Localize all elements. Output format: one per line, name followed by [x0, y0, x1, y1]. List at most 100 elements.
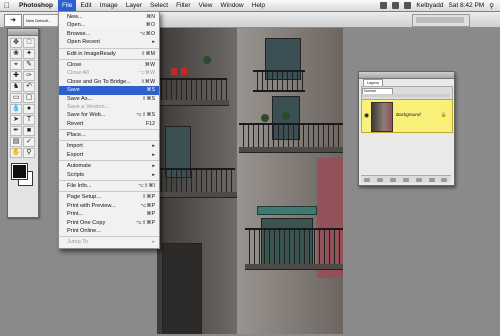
- slice-tool-icon[interactable]: ✎: [23, 60, 35, 70]
- volume-icon[interactable]: [392, 2, 400, 9]
- tools-palette: ✥ □ ❀ ✦ ⌖ ✎ ✚ ✑ ♞ ↶ ▭ ▢ 💧 ● ➤ T ✒ ■ ▤ ✓ …: [7, 28, 39, 218]
- menu-file[interactable]: File: [57, 0, 77, 11]
- apple-menu-icon[interactable]: : [0, 1, 14, 10]
- dodge-tool-icon[interactable]: ●: [23, 104, 35, 114]
- menu-window[interactable]: Window: [217, 0, 248, 11]
- file-menu-item[interactable]: Print One Copy ⌥⇧⌘P: [59, 219, 159, 227]
- layers-palette-titlebar[interactable]: [359, 72, 454, 79]
- document-canvas[interactable]: [157, 28, 343, 334]
- flag-icon[interactable]: [404, 2, 412, 9]
- eraser-tool-icon[interactable]: ▭: [10, 93, 22, 103]
- photo-door: [162, 243, 202, 334]
- layers-palette: Layers Normal ◉ Background 🔒: [358, 71, 455, 186]
- file-menu-item: Save a Version...: [59, 103, 159, 111]
- eyedropper-tool-icon[interactable]: ✓: [23, 137, 35, 147]
- type-tool-icon[interactable]: T: [23, 115, 35, 125]
- file-menu-item[interactable]: File Info... ⌥⇧⌘I: [59, 182, 159, 190]
- trash-icon[interactable]: [441, 177, 448, 182]
- hand-tool-icon[interactable]: ✋: [10, 148, 22, 158]
- clone-stamp-tool-icon[interactable]: ♞: [10, 82, 22, 92]
- menu-separator: [59, 180, 159, 182]
- file-menu-item-label: Open...: [67, 22, 86, 29]
- spotlight-icon[interactable]: ⚲: [489, 2, 494, 10]
- shape-tool-icon[interactable]: ■: [23, 126, 35, 136]
- layer-row[interactable]: ◉ Background 🔒: [361, 99, 453, 133]
- file-menu-item-shortcut: ⇧⌘W: [140, 78, 155, 85]
- file-menu-item[interactable]: Save As... ⇧⌘S: [59, 95, 159, 103]
- file-menu-item-label: Automate: [67, 163, 91, 170]
- notes-tool-icon[interactable]: ▤: [10, 137, 22, 147]
- zoom-tool-icon[interactable]: ⚲: [23, 148, 35, 158]
- file-menu-item[interactable]: Revert F12: [59, 120, 159, 128]
- bluetooth-icon[interactable]: [380, 2, 388, 9]
- file-menu-item-label: File Info...: [67, 183, 92, 190]
- file-menu-item[interactable]: Browse... ⌥⌘O: [59, 30, 159, 38]
- file-menu-item[interactable]: Open... ⌘O: [59, 21, 159, 29]
- app-menu[interactable]: Photoshop: [14, 2, 58, 9]
- tools-palette-titlebar[interactable]: [8, 29, 38, 36]
- blur-tool-icon[interactable]: 💧: [10, 104, 22, 114]
- file-menu-item-shortcut: ⌘P: [146, 211, 155, 218]
- file-menu-item[interactable]: Print Online...: [59, 227, 159, 235]
- menu-select[interactable]: Select: [146, 0, 172, 11]
- marquee-tool-icon[interactable]: □: [23, 38, 35, 48]
- gradient-tool-icon[interactable]: ▢: [23, 93, 35, 103]
- menu-view[interactable]: View: [195, 0, 217, 11]
- clock[interactable]: Sat 8:42 PM: [448, 2, 484, 9]
- color-swatches: [10, 162, 36, 192]
- photo-ledge: [157, 100, 229, 106]
- new-layer-icon[interactable]: [428, 177, 435, 182]
- file-menu-item[interactable]: Save ⌘S: [59, 86, 159, 95]
- brush-tool-icon[interactable]: ✑: [23, 71, 35, 81]
- lock-controls[interactable]: [362, 94, 450, 97]
- file-menu-item[interactable]: Page Setup... ⇧⌘P: [59, 193, 159, 201]
- path-selection-tool-icon[interactable]: ➤: [10, 115, 22, 125]
- menu-edit[interactable]: Edit: [76, 0, 95, 11]
- file-menu-item[interactable]: Place...: [59, 131, 159, 139]
- photo-plant: [203, 56, 211, 64]
- file-menu-item[interactable]: Close ⌘W: [59, 61, 159, 69]
- user-name[interactable]: Kelbyadd: [416, 2, 443, 9]
- file-menu-item-label: Open Recent: [67, 39, 100, 46]
- lasso-tool-icon[interactable]: ❀: [10, 49, 22, 59]
- layers-tab[interactable]: Layers: [363, 79, 383, 86]
- file-menu-item-label: Close: [67, 61, 82, 68]
- visibility-eye-icon[interactable]: ◉: [364, 112, 369, 119]
- magic-wand-tool-icon[interactable]: ✦: [23, 49, 35, 59]
- file-menu-item[interactable]: Automate ▸: [59, 162, 159, 170]
- menu-filter[interactable]: Filter: [172, 0, 194, 11]
- crop-tool-icon[interactable]: ⌖: [10, 60, 22, 70]
- file-menu-item[interactable]: Print... ⌘P: [59, 210, 159, 218]
- file-menu-item-shortcut: ⌘W: [144, 61, 155, 68]
- pen-tool-icon[interactable]: ✒: [10, 126, 22, 136]
- file-menu-item[interactable]: Open Recent ▸: [59, 38, 159, 46]
- layer-style-icon[interactable]: [377, 177, 384, 182]
- file-menu-item[interactable]: Close and Go To Bridge... ⇧⌘W: [59, 78, 159, 86]
- file-menu-item[interactable]: Import ▸: [59, 142, 159, 150]
- tool-preset-picker[interactable]: ➜: [4, 14, 22, 27]
- tools-grid: ✥ □ ❀ ✦ ⌖ ✎ ✚ ✑ ♞ ↶ ▭ ▢ 💧 ● ➤ T ✒ ■ ▤ ✓ …: [8, 36, 38, 160]
- move-tool-icon[interactable]: ✥: [10, 38, 22, 48]
- adjustment-layer-icon[interactable]: [402, 177, 409, 182]
- layer-mask-icon[interactable]: [390, 177, 397, 182]
- file-menu-item[interactable]: Export ▸: [59, 151, 159, 159]
- link-layers-icon[interactable]: [364, 177, 371, 182]
- foreground-color-swatch[interactable]: [11, 163, 28, 180]
- file-menu-item[interactable]: Print with Preview... ⌥⌘P: [59, 202, 159, 210]
- menu-help[interactable]: Help: [248, 0, 269, 11]
- file-menu-item[interactable]: Save for Web... ⌥⇧⌘S: [59, 111, 159, 119]
- palette-well[interactable]: [412, 14, 470, 27]
- file-menu-item[interactable]: New... ⌘N: [59, 13, 159, 21]
- layer-name: Background: [396, 112, 421, 117]
- file-menu-item[interactable]: Edit in ImageReady ⇧⌘M: [59, 50, 159, 58]
- healing-brush-tool-icon[interactable]: ✚: [10, 71, 22, 81]
- menu-image[interactable]: Image: [96, 0, 122, 11]
- file-menu-item-label: Browse...: [67, 30, 91, 37]
- new-group-icon[interactable]: [415, 177, 422, 182]
- history-brush-tool-icon[interactable]: ↶: [23, 82, 35, 92]
- file-menu-item[interactable]: Scripts ▸: [59, 171, 159, 179]
- photo-flowerpot: [171, 68, 177, 75]
- menu-layer[interactable]: Layer: [122, 0, 146, 11]
- file-menu-item-label: Print Online...: [67, 227, 101, 234]
- file-menu-item-label: Save a Version...: [67, 103, 110, 110]
